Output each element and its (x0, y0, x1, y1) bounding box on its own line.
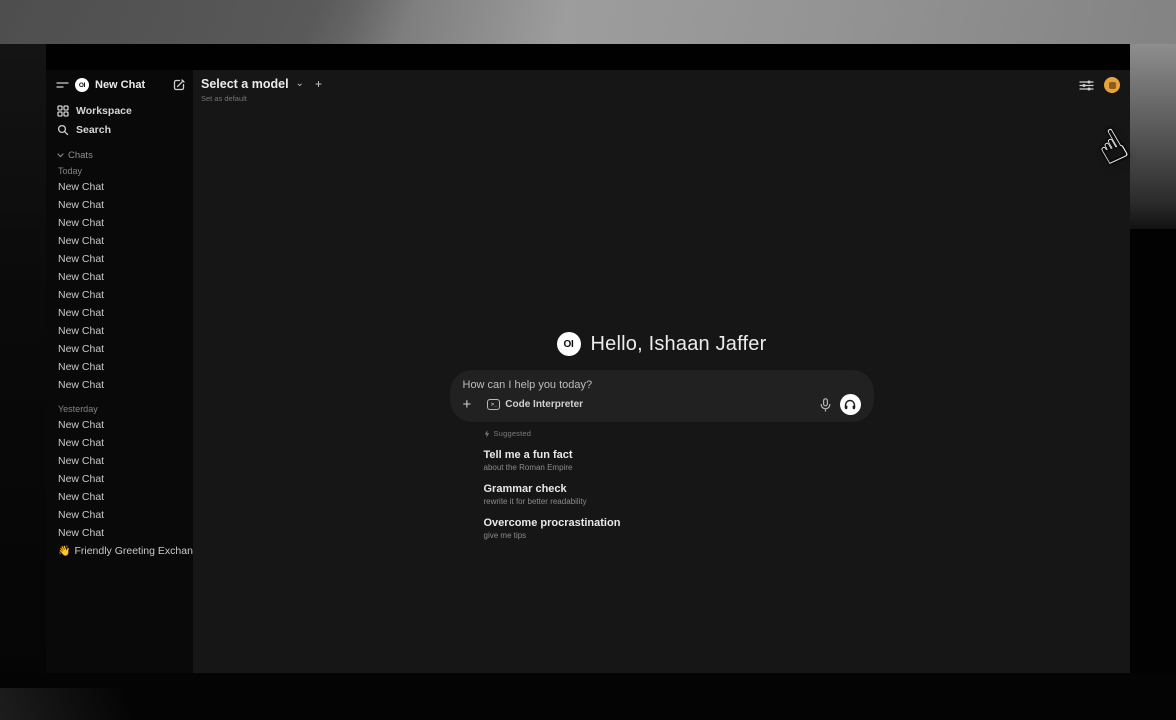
voice-call-button[interactable] (840, 394, 861, 415)
sidebar-item-label: Workspace (76, 105, 132, 117)
sidebar-header: OI New Chat (56, 76, 185, 94)
chat-list-item[interactable]: New Chat (46, 268, 193, 286)
greeting-row: OI Hello, Ishaan Jaffer (450, 332, 874, 356)
model-selector-label: Select a model (201, 77, 289, 91)
sidebar-item-label: Search (76, 124, 111, 136)
app-logo: OI (75, 78, 89, 92)
suggested-prompt[interactable]: Overcome procrastination give me tips (484, 517, 874, 540)
suggested-prompt[interactable]: Grammar check rewrite it for better read… (484, 483, 874, 506)
suggested-prompt-list: Tell me a fun fact about the Roman Empir… (484, 449, 874, 540)
prompt-title: Overcome procrastination (484, 517, 874, 529)
chat-list-item[interactable]: New Chat (46, 322, 193, 340)
desktop-background-corner (0, 688, 170, 720)
chat-list-item[interactable]: New Chat (46, 286, 193, 304)
chat-list-item[interactable]: New Chat (46, 250, 193, 268)
app-logo: OI (557, 332, 581, 356)
suggested-section: Suggested Tell me a fun fact about the R… (450, 429, 874, 540)
suggested-label: Suggested (494, 429, 532, 438)
desktop-background-bottom (0, 673, 1176, 720)
sidebar-item-search[interactable]: Search (46, 120, 193, 139)
chat-list-item[interactable]: New Chat (46, 470, 193, 488)
search-icon (57, 124, 69, 136)
chat-list-item[interactable]: New Chat (46, 304, 193, 322)
chat-list-yesterday: New ChatNew ChatNew ChatNew ChatNew Chat… (46, 416, 193, 542)
chat-list-today: New ChatNew ChatNew ChatNew ChatNew Chat… (46, 178, 193, 394)
chat-group-label: Today (46, 164, 193, 178)
chat-list-item[interactable]: New Chat (46, 196, 193, 214)
window-top-band (46, 44, 1130, 70)
chat-list-item[interactable]: New Chat (46, 178, 193, 196)
chats-section-toggle[interactable]: Chats (46, 149, 193, 161)
chat-input-card: + >_ Code Interpreter (450, 370, 874, 422)
headphones-icon (844, 399, 856, 410)
chat-list-item[interactable]: New Chat (46, 434, 193, 452)
chat-group-yesterday: Yesterday New ChatNew ChatNew ChatNew Ch… (46, 402, 193, 542)
sidebar-nav: Workspace Search (46, 101, 193, 139)
new-chat-icon[interactable] (173, 79, 185, 91)
chevron-down-icon (57, 153, 64, 158)
desktop-background-left (0, 44, 46, 673)
prompt-subtitle: rewrite it for better readability (484, 497, 874, 506)
chat-list-item[interactable]: New Chat (46, 488, 193, 506)
desktop-background-right (1130, 44, 1176, 229)
chat-list-item[interactable]: New Chat (46, 506, 193, 524)
main-content: Select a model ⌄ + Set as default (193, 70, 1130, 673)
add-model-button[interactable]: + (315, 77, 322, 91)
sidebar-toggle-icon[interactable] (56, 80, 69, 90)
terminal-icon: >_ (487, 399, 500, 410)
app-window: OI New Chat (46, 44, 1130, 673)
main-header: Select a model ⌄ + Set as default (201, 77, 1120, 103)
desktop-background-top (0, 0, 1176, 44)
input-toolbar: + >_ Code Interpreter (463, 394, 861, 415)
workspace-grid-icon (57, 105, 69, 117)
prompt-title: Grammar check (484, 483, 874, 495)
user-avatar[interactable] (1104, 77, 1120, 93)
chat-list-item-named[interactable]: 👋 Friendly Greeting Exchange (46, 542, 193, 560)
chat-list-item[interactable]: New Chat (46, 232, 193, 250)
prompt-subtitle: give me tips (484, 531, 874, 540)
chat-list-item[interactable]: New Chat (46, 376, 193, 394)
model-selector[interactable]: Select a model ⌄ + (201, 77, 322, 91)
code-interpreter-toggle[interactable]: >_ Code Interpreter (487, 399, 583, 410)
sidebar: OI New Chat (46, 70, 193, 673)
set-default-button[interactable]: Set as default (201, 94, 322, 103)
sparkle-bolt-icon (484, 430, 490, 438)
prompt-subtitle: about the Roman Empire (484, 463, 874, 472)
code-interpreter-label: Code Interpreter (505, 399, 583, 410)
chat-list-item[interactable]: New Chat (46, 214, 193, 232)
suggested-prompt[interactable]: Tell me a fun fact about the Roman Empir… (484, 449, 874, 472)
chat-list-item[interactable]: New Chat (46, 358, 193, 376)
attach-plus-button[interactable]: + (463, 397, 472, 412)
chat-message-input[interactable] (463, 379, 861, 391)
chat-list-item[interactable]: New Chat (46, 452, 193, 470)
chat-list-item[interactable]: New Chat (46, 524, 193, 542)
sidebar-item-workspace[interactable]: Workspace (46, 101, 193, 120)
chat-list-item[interactable]: New Chat (46, 416, 193, 434)
microphone-icon[interactable] (820, 398, 831, 412)
suggested-header: Suggested (484, 429, 874, 438)
chat-list-item[interactable]: New Chat (46, 340, 193, 358)
controls-sliders-icon[interactable] (1079, 79, 1094, 92)
chat-group-today: Today New ChatNew ChatNew ChatNew ChatNe… (46, 164, 193, 394)
chat-title: Friendly Greeting Exchange (74, 545, 193, 557)
prompt-title: Tell me a fun fact (484, 449, 874, 461)
greeting-text: Hello, Ishaan Jaffer (591, 333, 767, 356)
chevron-down-icon: ⌄ (296, 79, 304, 89)
chat-group-label: Yesterday (46, 402, 193, 416)
sidebar-title: New Chat (95, 79, 167, 91)
home-center-column: OI Hello, Ishaan Jaffer + >_ Code Interp… (450, 332, 874, 540)
chats-section-label: Chats (68, 150, 93, 161)
wave-emoji-icon: 👋 (58, 546, 70, 557)
